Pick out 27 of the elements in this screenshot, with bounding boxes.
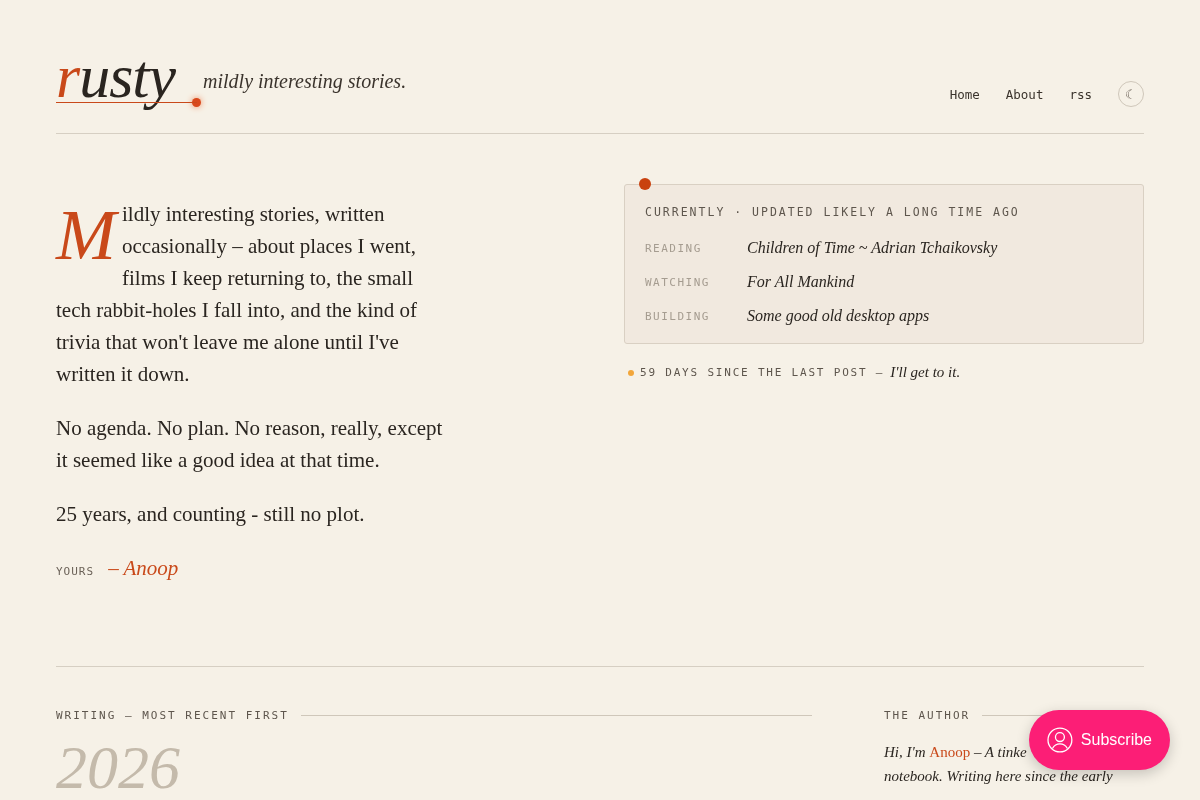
intro-paragraph: 25 years, and counting - still no plot. [56, 501, 366, 528]
card-title: CURRENTLY · UPDATED LIKELY A LONG TIME AGO [645, 205, 1021, 219]
row-value: Children of Time ~ Adrian Tchaikovsky [747, 239, 998, 257]
nav-link[interactable]: rss [1069, 86, 1092, 102]
row-label: WATCHING [645, 275, 711, 289]
subscribe-button[interactable]: Subscribe [1029, 710, 1170, 770]
year-heading: 2026 [56, 732, 181, 800]
row-value: Some good old desktop apps [747, 307, 930, 325]
status-note: I'll get to it. [890, 364, 961, 381]
user-icon [1047, 727, 1073, 753]
site-logo[interactable]: rusty [52, 32, 181, 120]
section-heading: THE AUTHOR [884, 709, 971, 722]
site-tagline: mildly interesting stories. [203, 70, 407, 93]
nav-link[interactable]: About [1005, 86, 1044, 102]
intro-paragraph: No agenda. No plan. No reason, really, except it seemed like a good idea at that time. [56, 415, 444, 474]
pin-dot-icon [639, 178, 651, 190]
nav-link[interactable]: Home [949, 86, 980, 102]
logo-dot-icon [192, 98, 201, 107]
status-text: 59 DAYS SINCE THE LAST POST — [640, 366, 885, 379]
row-label: BUILDING [645, 309, 711, 323]
author-link[interactable]: Anoop [929, 744, 971, 760]
row-value: For All Mankind [747, 273, 855, 291]
section-heading: WRITING — MOST RECENT FIRST [56, 709, 289, 722]
row-label: READING [645, 241, 703, 255]
signoff-name: – Anoop [108, 556, 179, 581]
signoff-label: YOURS [56, 565, 95, 578]
status-dot-icon [628, 369, 634, 376]
